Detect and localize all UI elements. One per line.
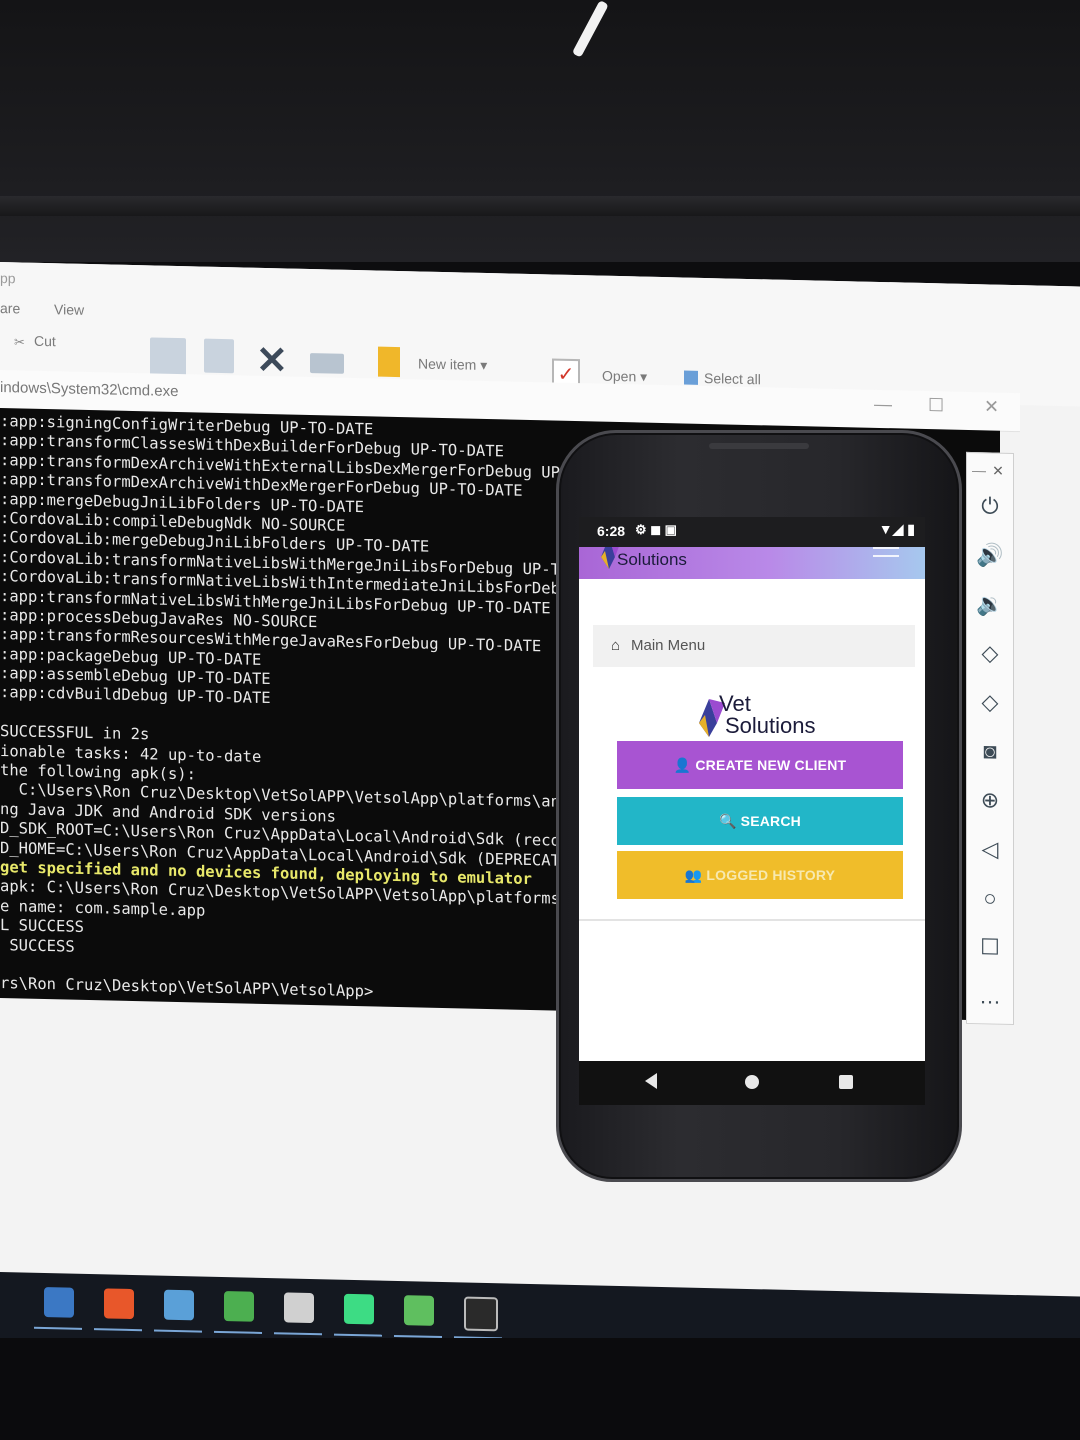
- new-item-button[interactable]: New item ▾: [418, 355, 487, 374]
- minimize-button[interactable]: —: [874, 394, 892, 415]
- photos-icon[interactable]: [284, 1292, 314, 1324]
- explorer-app-title: pp: [0, 270, 16, 287]
- divider: [579, 919, 925, 921]
- add-user-icon: 👤: [673, 757, 692, 773]
- home-icon: ⌂: [611, 637, 621, 654]
- logged-history-label: LOGGED HISTORY: [706, 867, 836, 883]
- taskbar-active-indicator: [274, 1332, 322, 1336]
- android-studio-icon[interactable]: [344, 1293, 374, 1325]
- nav-recents-icon[interactable]: [839, 1075, 853, 1089]
- main-menu-label: Main Menu: [631, 637, 706, 654]
- open-label: Open: [602, 367, 637, 385]
- console-output: :app:signingConfigWriterDebug UP-TO-DATE…: [0, 412, 597, 1007]
- taskbar-active-indicator: [94, 1328, 142, 1332]
- tab-share[interactable]: are: [0, 300, 20, 316]
- paste-icon[interactable]: [150, 337, 186, 379]
- overview-icon[interactable]: ☐: [967, 930, 1013, 965]
- maximize-button[interactable]: ☐: [928, 395, 944, 416]
- search-icon: 🔍: [719, 813, 737, 829]
- copy-to-icon[interactable]: [204, 338, 234, 374]
- user-history-icon: 👥: [684, 867, 703, 883]
- logged-history-button[interactable]: 👥 LOGGED HISTORY: [617, 851, 903, 899]
- status-time: 6:28: [597, 523, 626, 539]
- power-icon[interactable]: ⏻: [967, 489, 1013, 524]
- scissors-icon: ✂: [14, 334, 25, 350]
- taskbar-active-indicator: [154, 1329, 202, 1333]
- rotate-left-icon[interactable]: ◇: [967, 636, 1013, 671]
- taskbar-active-indicator: [214, 1330, 262, 1334]
- nav-back-icon[interactable]: [645, 1073, 657, 1089]
- app-icon[interactable]: [164, 1289, 194, 1321]
- select-all-label: Select all: [704, 369, 761, 388]
- nav-home-icon[interactable]: [745, 1075, 759, 1089]
- back-icon[interactable]: ◁: [967, 832, 1013, 867]
- android-nav-bar: [579, 1061, 925, 1105]
- phone-speaker: [709, 443, 809, 449]
- rename-icon[interactable]: [310, 353, 344, 374]
- phone-screen: Vet Solutions ⌂ Main Menu Vet Solutions …: [579, 517, 925, 1061]
- search-button[interactable]: 🔍 SEARCH: [617, 797, 903, 845]
- close-button[interactable]: ✕: [984, 396, 999, 417]
- app-green-icon[interactable]: [404, 1295, 434, 1326]
- volume-down-icon[interactable]: 🔉: [967, 587, 1013, 622]
- create-new-client-label: CREATE NEW CLIENT: [695, 757, 847, 773]
- rotate-right-icon[interactable]: ◇: [967, 685, 1013, 720]
- monitor-bezel-top: [0, 0, 1080, 262]
- home-icon[interactable]: ○: [967, 881, 1013, 916]
- emulator-close-button[interactable]: ✕: [983, 453, 1013, 488]
- vet-solutions-logo-large: Vet Solutions: [699, 691, 816, 738]
- emulator-toolbar: — ✕ ⏻ 🔊 🔉 ◇ ◇ ◙ ⊕ ◁ ○ ☐…: [966, 451, 1014, 1026]
- header-logo-line2: Solutions: [617, 550, 687, 569]
- select-all-button[interactable]: Select all: [684, 369, 761, 388]
- body-logo-line2: Solutions: [725, 713, 816, 738]
- zoom-icon[interactable]: ⊕: [967, 783, 1013, 818]
- search-label: SEARCH: [740, 813, 801, 829]
- breadcrumb: ⌂ Main Menu: [593, 625, 915, 667]
- cut-button[interactable]: Cut: [34, 333, 56, 349]
- tab-view[interactable]: View: [54, 301, 84, 318]
- monitor-bezel-bottom: [0, 1338, 1080, 1440]
- more-icon[interactable]: …: [967, 979, 1013, 1014]
- cmd-icon[interactable]: [464, 1296, 498, 1332]
- wifi-battery-icon: ▼◢ ▮: [878, 521, 915, 537]
- firefox-icon[interactable]: [104, 1288, 134, 1320]
- monitor-bezel-edge: [0, 196, 1080, 216]
- taskbar-active-indicator: [334, 1333, 382, 1337]
- camera-icon[interactable]: ◙: [967, 734, 1013, 769]
- select-all-icon: [684, 370, 698, 385]
- create-new-client-button[interactable]: 👤 CREATE NEW CLIENT: [617, 741, 903, 789]
- android-emulator-phone: Vet Solutions ⌂ Main Menu Vet Solutions …: [556, 430, 962, 1182]
- new-item-label: New item: [418, 355, 477, 373]
- cut-label: Cut: [34, 332, 56, 350]
- cmd-window-title: indows\System32\cmd.exe: [0, 379, 179, 401]
- chrome-icon[interactable]: [224, 1291, 254, 1322]
- volume-up-icon[interactable]: 🔊: [967, 538, 1013, 573]
- status-notification-icons: ⚙ ◼ ▣: [635, 522, 677, 537]
- taskbar-active-indicator: [34, 1326, 82, 1330]
- new-folder-icon[interactable]: [378, 346, 400, 378]
- android-status-bar: 6:28 ⚙ ◼ ▣ ▼◢ ▮: [579, 517, 925, 547]
- file-explorer-icon[interactable]: [44, 1286, 74, 1318]
